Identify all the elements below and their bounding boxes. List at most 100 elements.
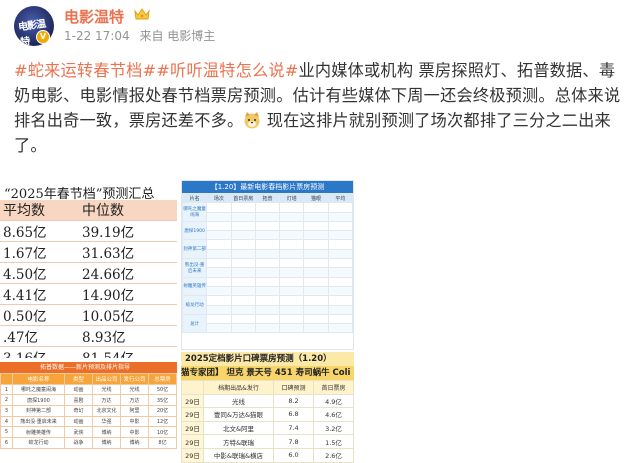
cell: 35亿 (148, 394, 177, 407)
column-header: 总票房 (148, 373, 177, 385)
forecast-summary-table: 平均数 中位数 8.65亿 39.19亿 1.67亿 31.63亿 4.50亿 24.… (0, 200, 177, 358)
table-row: 蛟龙行动 (182, 295, 353, 315)
column-header: 猫眼 (303, 192, 329, 204)
cell: 华强 (92, 415, 121, 428)
post-header: 电影温特 V 电影温特 1-22 17:04 来自 电影博主 (0, 0, 640, 52)
cell: 1.5亿 (313, 434, 354, 449)
table-row: .47亿 8.93亿 (0, 325, 177, 347)
cell: 光线 (92, 383, 121, 396)
topic-tag[interactable]: #蛇来运转春节档# (14, 61, 156, 80)
column-header: 类型 (64, 373, 93, 385)
table-row (183, 230, 353, 241)
table-header-row: 电影名称 类型 出品公司 发行公司 总票房 (0, 373, 177, 385)
cell: 29日 (181, 407, 204, 422)
column-header: 出品公司 (92, 373, 121, 385)
cell: 蛟龙行动 (12, 437, 65, 449)
cell: 中影 (120, 426, 149, 439)
cell: 1 (0, 383, 13, 396)
table-header-row: 片名 场次 首日票房 拓普 灯塔 猫眼 平均 (182, 192, 353, 204)
table-row: 4 熊出没·重启未来 动画 华强 中影 12亿 (0, 415, 177, 428)
table-row: 3.16亿81.54亿 (0, 346, 177, 358)
cell: 中影&联瑞&横店 (203, 447, 274, 463)
column-header: 中位数 (68, 200, 177, 221)
column-header: 首日票房 (313, 380, 354, 395)
cell: 2 (0, 394, 13, 407)
cell: 20亿 (148, 405, 177, 417)
column-header: 灯塔 (279, 192, 305, 204)
cell: 1.67亿 (0, 241, 68, 263)
table-row (183, 304, 353, 315)
column-header: 发行公司 (120, 373, 149, 385)
table-row: 29日 光线 8.2 4.9亿 (181, 393, 354, 409)
table-row: 0.50亿 10.05亿 (0, 304, 177, 326)
reputation-grid: 档期出品&发行 口碑预测 首日票房 29日 光线 8.2 4.9亿 29日 壹同&万达&… (181, 380, 354, 463)
table-row (183, 323, 353, 334)
table-row: 29日 方特&联瑞 7.8 1.5亿 (181, 434, 354, 449)
cell: 7.4 (273, 420, 314, 436)
forecast-grid: 片名 场次 首日票房 拓普 灯塔 猫眼 平均 哪吒之魔童闹海 唐探1900 封神… (182, 192, 353, 334)
column-header: 首日票房 (230, 192, 256, 204)
post-image-boxoffice-forecast-table[interactable]: 【1.20】最新电影春档影片票房预测 片名 场次 首日票房 拓普 灯塔 猫眼 平… (181, 180, 354, 350)
cell: 3.2亿 (313, 420, 354, 436)
film-cell: 哪吒之魔童闹海 (182, 202, 208, 222)
cell: 81.54亿 (68, 346, 177, 358)
cell: 动画 (64, 383, 93, 396)
table-row: 8.65亿 39.19亿 (0, 220, 177, 242)
cell: 0.50亿 (0, 304, 68, 326)
topic-tag[interactable]: #听听温特怎么说# (156, 61, 298, 80)
cell: 8亿 (148, 437, 177, 449)
column-header: 电影名称 (12, 373, 65, 385)
film-cell: 蛟龙行动 (182, 295, 208, 315)
film-cell: 射雕英雄传 (182, 276, 208, 297)
cell: 博纳 (92, 426, 121, 439)
column-header: 拓普 (254, 192, 281, 204)
column-header (0, 373, 13, 385)
film-cell: 熊出没·重启未来 (182, 258, 208, 278)
cell: 4.9亿 (313, 393, 354, 409)
post-image-reputation-forecast[interactable]: 2025定档影片口碑票房预测（1.20） 猫专家团】 坦克 景天号 451 寿司… (181, 352, 354, 463)
cell: 10.05亿 (68, 304, 177, 326)
table-row: 29日 壹同&万达&猫眼 6.8 4.6亿 (181, 407, 354, 422)
table-row: 唐探1900 (182, 220, 353, 241)
table-row: 熊出没·重启未来 (182, 258, 353, 278)
cell: 8.93亿 (68, 325, 177, 347)
cell: 8.2 (273, 393, 314, 409)
table-row (183, 285, 353, 297)
cell: 14.90亿 (68, 283, 177, 305)
film-cell: 总计 (182, 313, 208, 334)
cell: 4.50亿 (0, 262, 68, 284)
cell: 29日 (181, 420, 204, 436)
table-row: 1 哪吒之魔童闹海 动画 光线 光线 50亿 (0, 383, 177, 396)
cell: 壹同&万达&猫眼 (203, 407, 274, 422)
table-row: 封神第二部 (182, 239, 353, 260)
cell: 唐探1900 (12, 394, 65, 407)
post-time[interactable]: 1-22 17:04 (64, 29, 130, 43)
cell: 7.8 (273, 434, 314, 449)
verified-badge-icon: V (36, 30, 50, 44)
crown-icon (134, 8, 150, 20)
cell: 29日 (181, 393, 204, 409)
table-row: 6 蛟龙行动 战争 博纳 博纳 8亿 (0, 437, 177, 449)
cell: 北京文化 (92, 405, 121, 417)
cell: 万达 (92, 394, 121, 407)
cell: 方特&联瑞 (203, 434, 274, 449)
cell: 39.19亿 (68, 220, 177, 242)
cell: 4.41亿 (0, 283, 68, 305)
cell: 博纳 (120, 437, 149, 449)
column-header (181, 380, 204, 395)
author-name[interactable]: 电影温特 (64, 6, 124, 27)
cell: 战争 (64, 437, 93, 449)
table-row: 3 封神第二部 奇幻 北京文化 阿里 20亿 (0, 405, 177, 417)
table-row: 4.50亿 24.66亿 (0, 262, 177, 284)
cell: 2.6亿 (313, 447, 354, 463)
post-image-forecast-summary[interactable]: “2025年春节档”预测汇总 平均数 中位数 8.65亿 39.19亿 1.67亿… (0, 180, 177, 358)
post-image-topdata-forecast[interactable]: 拓普数据——新片预测及排片指导 电影名称 类型 出品公司 发行公司 总票房 1哪… (0, 362, 177, 463)
column-header: 平均数 (0, 200, 68, 221)
cell: 10亿 (148, 426, 177, 439)
doge-emoji-icon (244, 112, 260, 129)
table-row (183, 248, 353, 260)
cell: 光线 (120, 383, 149, 396)
cell: 光线 (203, 393, 274, 409)
table-row: 总计 (182, 313, 353, 334)
table-row: 29日 中影&联瑞&横店 6.0 2.6亿 (181, 447, 354, 463)
